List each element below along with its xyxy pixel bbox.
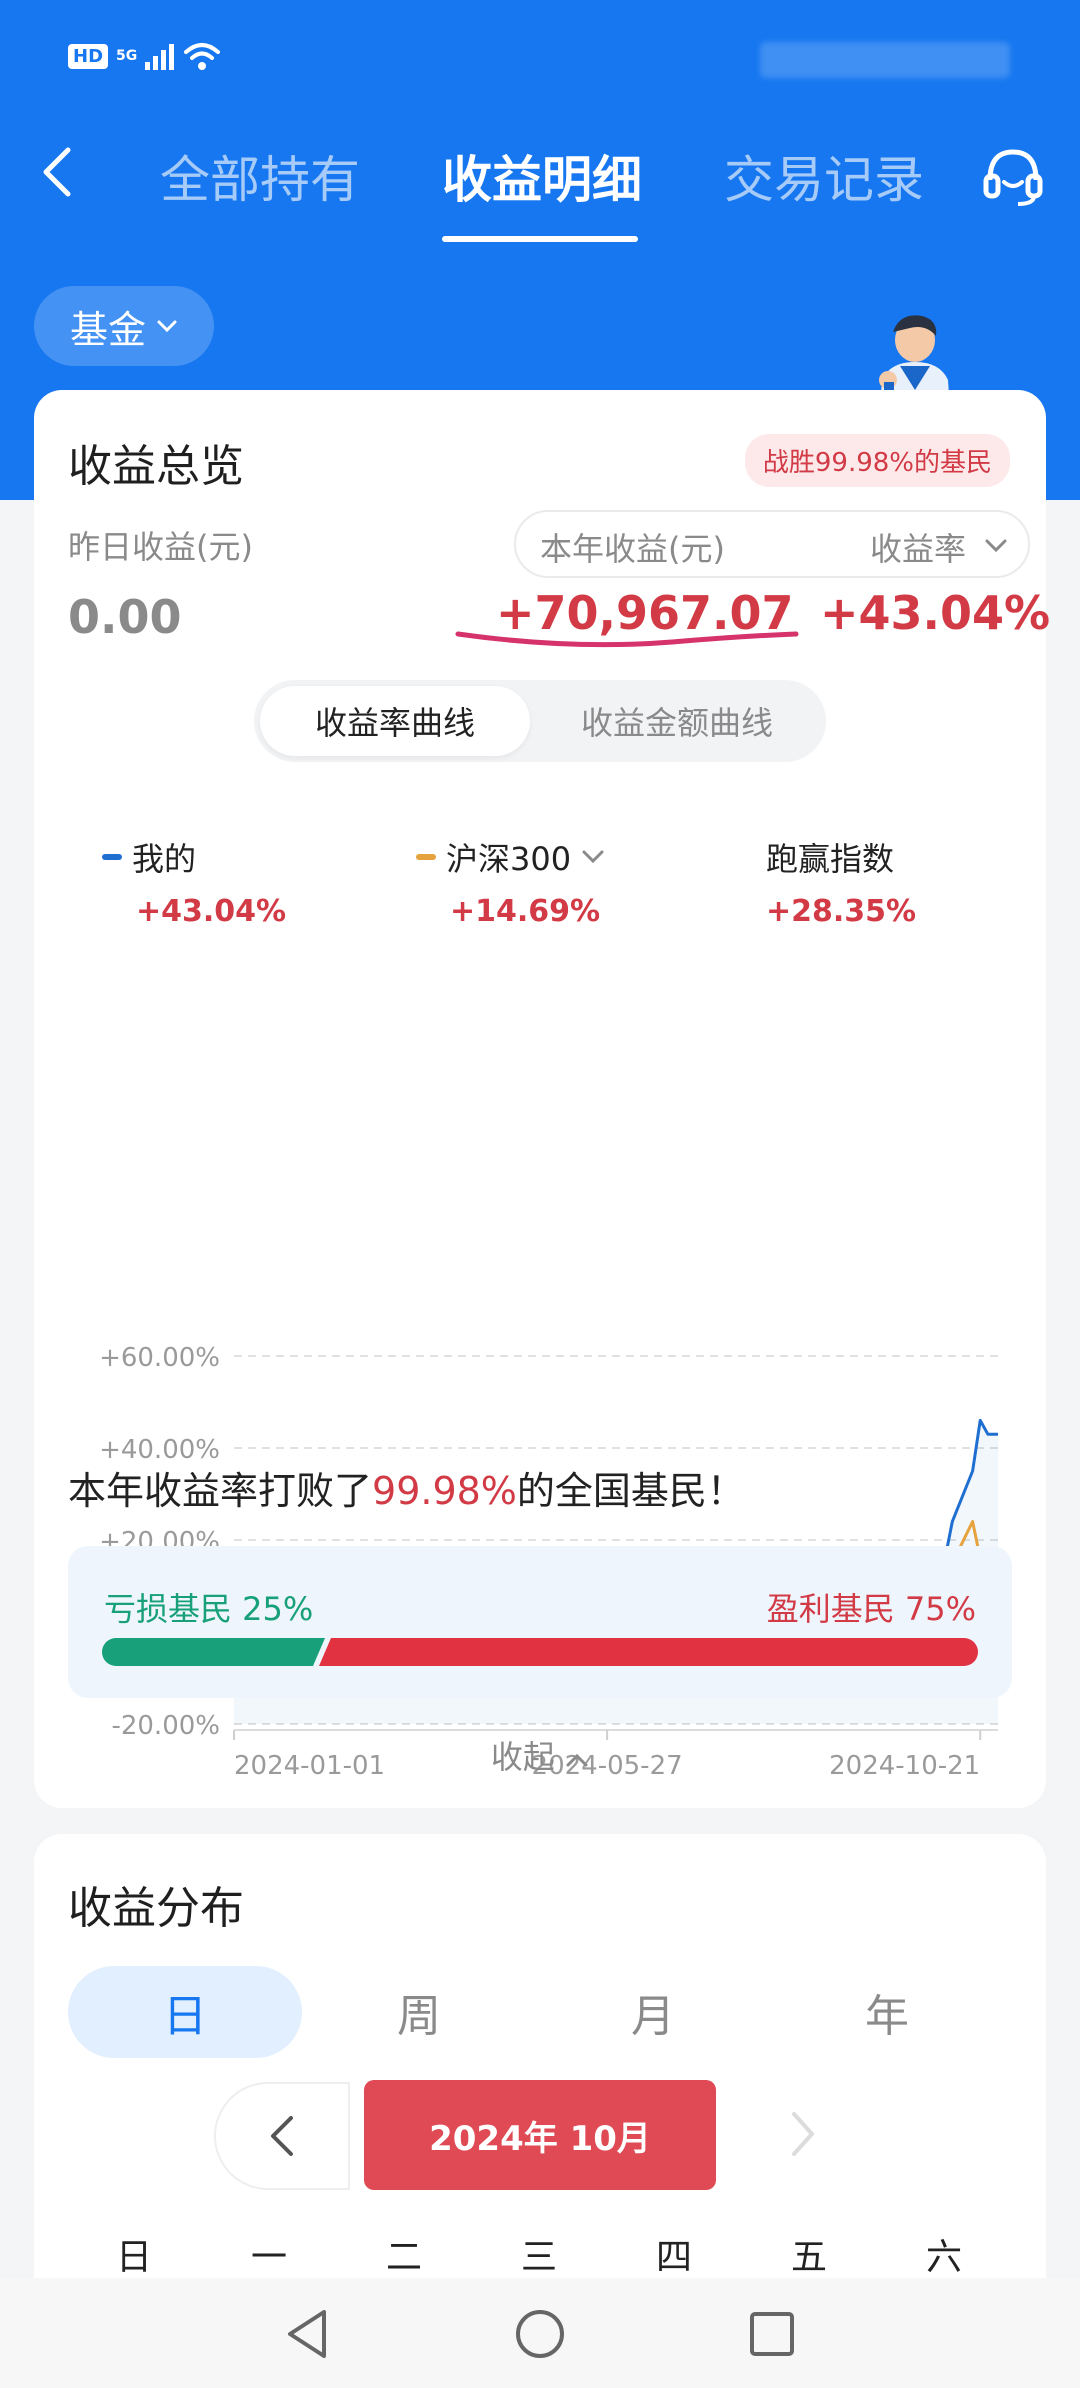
handwritten-underline [455, 631, 799, 648]
signal-icon [145, 42, 175, 70]
legend-label: 跑赢指数 [766, 840, 895, 878]
back-triangle-icon[interactable] [280, 2306, 336, 2362]
profit-segment [319, 1638, 978, 1666]
chevron-down-icon [157, 320, 177, 333]
yesterday-earnings-value: 0.00 [68, 590, 182, 644]
legend-csi300[interactable]: 沪深300 +14.69% [416, 834, 605, 929]
previous-month-button[interactable] [214, 2082, 350, 2190]
year-earnings-label: 本年收益(元) [540, 530, 725, 568]
legend-label: 沪深300 [446, 840, 572, 878]
amount-curve-button[interactable]: 收益金额曲线 [534, 686, 820, 756]
chevron-down-icon [582, 850, 604, 864]
earnings-overview-card: 收益总览 战胜99.98%的基民 昨日收益(元) 0.00 本年收益(元) 收益… [34, 390, 1050, 1808]
weekday-label: 五 [790, 2237, 827, 2278]
distribution-bar [102, 1638, 978, 1666]
loss-investors-label: 亏损基民 25% [104, 1590, 314, 1628]
weekday-label: 三 [520, 2237, 557, 2278]
headset-icon[interactable] [978, 142, 1048, 212]
legend-value: +14.69% [450, 894, 601, 929]
weekday-label: 一 [250, 2237, 287, 2278]
collapse-label: 收起 [490, 1738, 555, 1776]
tab-transaction-records[interactable]: 交易记录 [724, 140, 924, 212]
hd-badge: HD [68, 43, 109, 69]
weekday-label: 四 [655, 2237, 692, 2278]
investor-distribution: 亏损基民 25% 盈利基民 75% [68, 1546, 1012, 1698]
weekday-label: 二 [385, 2237, 422, 2278]
period-year[interactable]: 年 [770, 1966, 1004, 2058]
chevron-left-icon [271, 2116, 293, 2156]
legend-beat-index: 跑赢指数 +28.35% [766, 834, 916, 929]
chevron-right-icon[interactable] [772, 2104, 832, 2164]
period-week[interactable]: 周 [302, 1966, 536, 2058]
curve-type-toggle: 收益率曲线 收益金额曲线 [254, 680, 826, 762]
beat-statement: 本年收益率打败了99.98%的全国基民！ [68, 1460, 745, 1515]
wifi-icon [184, 43, 221, 70]
recents-square-icon[interactable] [744, 2306, 800, 2362]
year-earnings-selector[interactable]: 本年收益(元) 收益率 [514, 510, 1030, 578]
top-navigation: 全部持有 收益明细 交易记录 [0, 120, 1080, 242]
chevron-down-icon [985, 539, 1007, 553]
beat-value: 99.98% [372, 1469, 517, 1513]
rate-selector-label[interactable]: 收益率 [870, 524, 966, 570]
profit-investors-label: 盈利基民 75% [766, 1590, 976, 1628]
system-navigation-bar [0, 2278, 1080, 2388]
network-type: 5G [116, 48, 138, 64]
period-day[interactable]: 日 [68, 1966, 302, 2058]
active-tab-indicator [442, 236, 638, 242]
yesterday-earnings-label: 昨日收益(元) [68, 528, 253, 566]
weekday-label: 六 [925, 2237, 962, 2278]
beat-suffix: 的全国基民！ [516, 1469, 745, 1513]
legend-value: +28.35% [766, 894, 917, 929]
year-rate-value: +43.04% [820, 586, 1051, 640]
tab-earnings-detail[interactable]: 收益明细 [442, 140, 642, 212]
overview-title: 收益总览 [68, 441, 244, 492]
legend-mine: 我的 +43.04% [102, 834, 286, 929]
fund-filter-chip[interactable]: 基金 [34, 286, 214, 366]
period-month[interactable]: 月 [536, 1966, 770, 2058]
fund-filter-label: 基金 [69, 307, 146, 352]
chevron-up-icon [566, 1753, 588, 1767]
legend-value: +43.04% [136, 894, 287, 929]
weekday-label: 日 [115, 2237, 152, 2278]
current-month-button[interactable]: 2024年 10月 [364, 2080, 716, 2190]
legend-swatch [102, 854, 122, 860]
status-bar: HD 5G [68, 40, 222, 72]
status-icons-blurred [760, 42, 1010, 78]
rate-curve-button[interactable]: 收益率曲线 [260, 686, 530, 756]
distribution-title: 收益分布 [68, 1883, 244, 1934]
home-circle-icon[interactable] [512, 2306, 568, 2362]
y-tick-label: +60.00% [99, 1343, 220, 1373]
beat-prefix: 本年收益率打败了 [68, 1469, 373, 1513]
tab-all-holdings[interactable]: 全部持有 [160, 140, 360, 212]
chevron-left-icon[interactable] [30, 142, 90, 202]
win-badge: 战胜99.98%的基民 [744, 434, 1010, 487]
legend-label: 我的 [132, 840, 197, 878]
earnings-distribution-card: 收益分布 日 周 月 年 2024年 10月 日 一 二 三 四 五 六 [34, 1834, 1046, 2354]
legend-swatch [416, 854, 436, 860]
collapse-button[interactable]: 收起 [34, 1732, 1046, 1778]
loss-segment [102, 1638, 325, 1666]
